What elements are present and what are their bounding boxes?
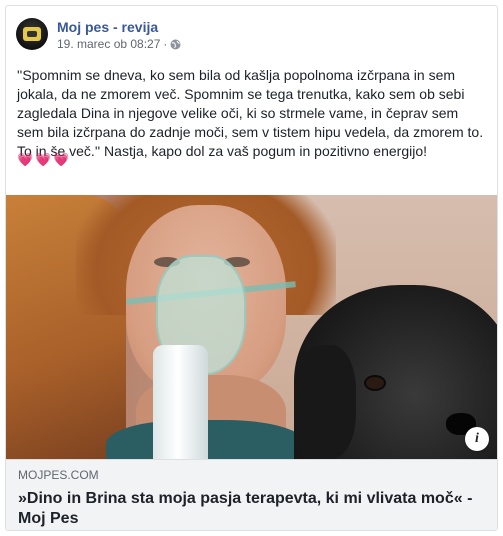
post-header-text: Moj pes - revija 19. marec ob 08:27 · (57, 19, 181, 51)
info-icon[interactable]: i (465, 427, 489, 451)
post-text: ''Spomnim se dneva, ko sem bila od kašlj… (17, 67, 484, 159)
meta-separator: · (163, 37, 168, 51)
heart-icon: 💗 (53, 152, 70, 167)
link-domain: MOJPES.COM (18, 468, 99, 482)
link-preview-caption[interactable]: MOJPES.COM »Dino in Brina sta moja pasja… (6, 459, 497, 530)
post-timestamp[interactable]: 19. marec ob 08:27 (57, 37, 160, 51)
heart-icon: 💗 (17, 152, 34, 167)
image-dog-ear (296, 345, 356, 459)
image-nebulizer (153, 345, 208, 459)
heart-icon: 💗 (35, 152, 52, 167)
link-preview-image[interactable]: i (6, 195, 497, 459)
post-meta: 19. marec ob 08:27 · (57, 37, 181, 51)
post-header: Moj pes - revija 19. marec ob 08:27 · (16, 18, 181, 51)
facebook-post: Moj pes - revija 19. marec ob 08:27 · ''… (5, 5, 498, 531)
link-title[interactable]: »Dino in Brina sta moja pasja terapevta,… (18, 489, 485, 529)
post-emoji-row: 💗 💗 💗 (17, 152, 70, 168)
page-name-link[interactable]: Moj pes - revija (57, 19, 181, 35)
image-dog-eye (364, 375, 386, 391)
globe-icon[interactable] (170, 39, 181, 50)
avatar-logo (23, 27, 41, 41)
page-avatar[interactable] (16, 18, 48, 50)
